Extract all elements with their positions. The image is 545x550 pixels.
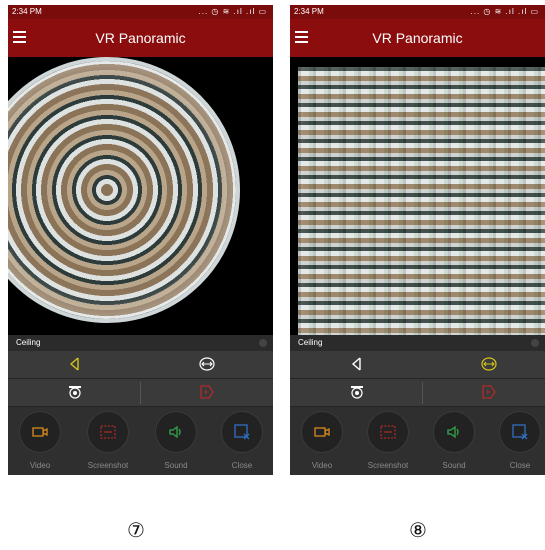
view-mode-row — [290, 351, 545, 379]
panorama-expand-icon[interactable] — [198, 356, 216, 372]
screenshot-label: Screenshot — [367, 461, 409, 470]
view-mode-row — [8, 351, 273, 379]
status-time: 2:34 PM — [294, 7, 324, 16]
mode-label: Ceiling — [298, 338, 323, 347]
video-view-fisheye[interactable] — [8, 57, 273, 335]
video-icon — [314, 427, 330, 437]
mode-indicator-dot — [259, 339, 267, 347]
mount-mode-row — [290, 379, 545, 407]
mode-indicator-dot — [531, 339, 539, 347]
video-icon — [32, 427, 48, 437]
close-icon — [512, 424, 528, 440]
screenshot-icon — [380, 425, 396, 439]
status-bar: 2:34 PM ... ◷ ≋ .ıl .ıl ▭ — [8, 5, 273, 19]
video-view-panorama[interactable] — [290, 57, 545, 335]
half-view-icon[interactable] — [348, 356, 366, 372]
close-button[interactable]: Close — [498, 411, 542, 471]
screenshot-button[interactable]: Screenshot — [366, 411, 410, 471]
record-mode-icon[interactable] — [198, 384, 216, 400]
ceiling-camera-icon[interactable] — [348, 384, 366, 400]
sound-icon — [447, 425, 459, 439]
video-label: Video — [29, 461, 51, 470]
row-divider — [422, 382, 423, 404]
caption-step-8: ⑧ — [409, 520, 427, 542]
app-bar: VR Panoramic — [8, 19, 273, 57]
phone-screen-panorama: 2:34 PM ... ◷ ≋ .ıl .ıl ▭ VR Panoramic C… — [290, 5, 545, 475]
app-bar: VR Panoramic — [290, 19, 545, 57]
panorama-texture — [298, 67, 545, 335]
screenshot-icon — [100, 425, 116, 439]
status-time: 2:34 PM — [12, 7, 42, 16]
app-title: VR Panoramic — [372, 30, 463, 46]
app-title: VR Panoramic — [95, 30, 186, 46]
phone-screen-fisheye: 2:34 PM ... ◷ ≋ .ıl .ıl ▭ VR Panoramic C… — [8, 5, 273, 475]
close-label: Close — [231, 461, 253, 470]
half-view-icon[interactable] — [66, 356, 84, 372]
row-divider — [140, 382, 141, 404]
screenshot-label: Screenshot — [87, 461, 129, 470]
close-button[interactable]: Close — [220, 411, 264, 471]
screenshot-button[interactable]: Screenshot — [86, 411, 130, 471]
status-bar: 2:34 PM ... ◷ ≋ .ıl .ıl ▭ — [290, 5, 545, 19]
mount-mode-row — [8, 379, 273, 407]
ceiling-camera-icon[interactable] — [66, 384, 84, 400]
record-mode-icon[interactable] — [480, 384, 498, 400]
sound-button[interactable]: Sound — [154, 411, 198, 471]
sound-label: Sound — [442, 461, 466, 470]
panorama-expand-icon[interactable] — [480, 356, 498, 372]
caption-step-7: ⑦ — [127, 520, 145, 542]
bottom-toolbar: Video Screenshot Sound Close — [8, 407, 273, 475]
close-icon — [234, 424, 250, 440]
status-icons: ... ◷ ≋ .ıl .ıl ▭ — [198, 7, 267, 16]
sound-label: Sound — [164, 461, 188, 470]
bottom-toolbar: Video Screenshot Sound Close — [290, 407, 545, 475]
mode-label: Ceiling — [16, 338, 41, 347]
video-button[interactable]: Video — [18, 411, 62, 471]
fisheye-rim — [8, 57, 240, 323]
video-button[interactable]: Video — [300, 411, 344, 471]
close-label: Close — [509, 461, 531, 470]
sound-button[interactable]: Sound — [432, 411, 476, 471]
sound-icon — [169, 425, 181, 439]
mode-row: Ceiling — [8, 335, 273, 351]
status-icons: ... ◷ ≋ .ıl .ıl ▭ — [470, 7, 539, 16]
mode-row: Ceiling — [290, 335, 545, 351]
video-label: Video — [311, 461, 333, 470]
